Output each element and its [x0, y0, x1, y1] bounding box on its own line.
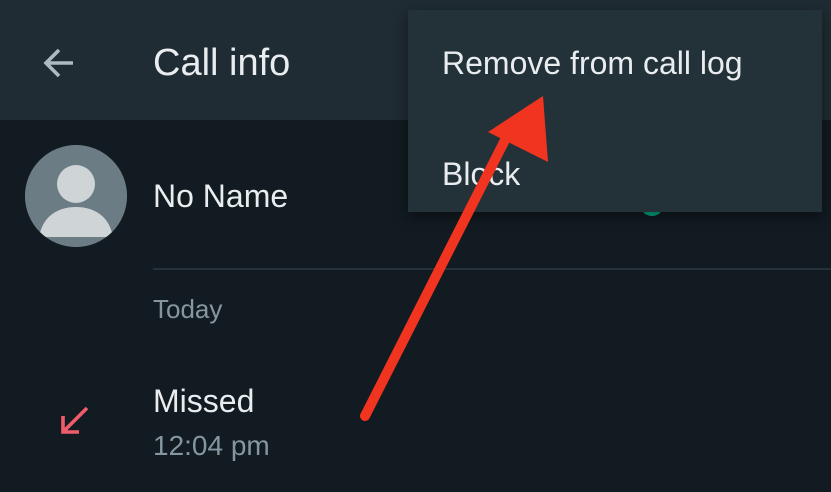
call-time: 12:04 pm	[153, 430, 270, 461]
divider	[153, 268, 831, 270]
call-type: Missed	[153, 383, 255, 419]
missed-call-arrow-icon	[61, 406, 89, 434]
back-button[interactable]	[34, 38, 84, 88]
menu-item-label: Remove from call log	[442, 45, 743, 81]
call-log-entry	[55, 402, 95, 442]
default-person-avatar-icon	[25, 145, 127, 247]
contact-name: No Name	[153, 178, 289, 214]
call-date-label: Today	[153, 294, 223, 324]
avatar[interactable]	[25, 145, 127, 247]
page-title: Call info	[153, 42, 291, 84]
overflow-menu: Remove from call log Block	[408, 10, 822, 212]
menu-item-block[interactable]: Block	[408, 110, 822, 210]
menu-item-label: Block	[442, 156, 521, 192]
menu-item-remove-from-call-log[interactable]: Remove from call log	[408, 10, 822, 110]
arrow-left-icon	[43, 48, 73, 78]
